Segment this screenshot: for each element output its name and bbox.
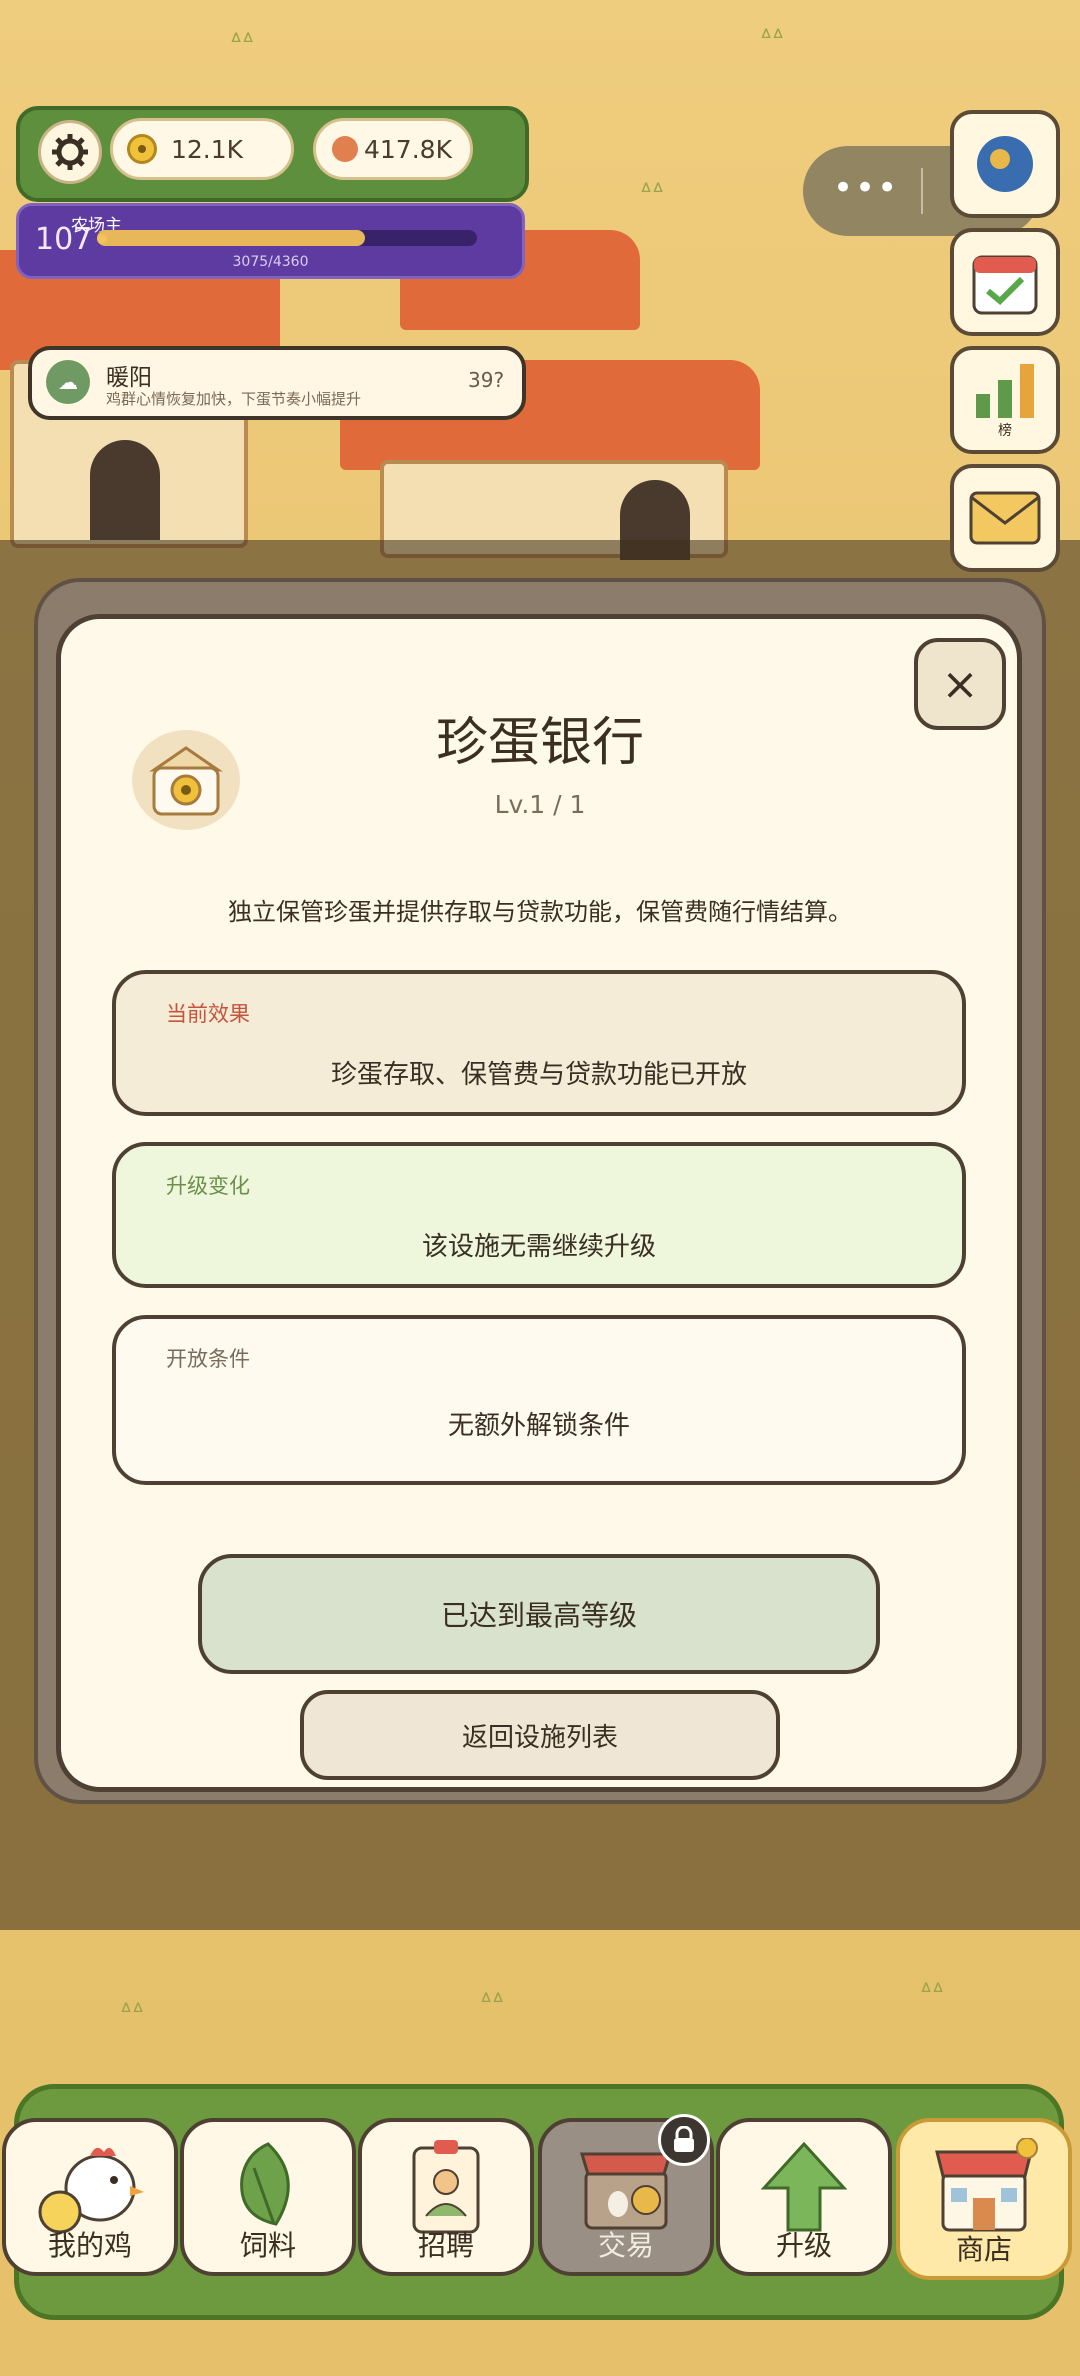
nav-label: 我的鸡 bbox=[47, 2229, 132, 2262]
gear-icon bbox=[52, 134, 88, 170]
facility-description: 独立保管珍蛋并提供存取与贷款功能，保管费随行情结算。 bbox=[228, 898, 852, 926]
more-menu-button[interactable]: ••• bbox=[833, 168, 899, 208]
unlock-condition-card: 开放条件 无额外解锁条件 bbox=[112, 1315, 966, 1485]
leaf-icon bbox=[240, 2142, 290, 2226]
upgrade-change-value: 该设施无需继续升级 bbox=[421, 1232, 656, 1262]
weather-description: 鸡群心情恢复加快，下蛋节奏小幅提升 bbox=[106, 390, 362, 408]
xp-marker-icon bbox=[97, 234, 107, 244]
nav-my-chickens[interactable]: 我的鸡 bbox=[2, 2118, 178, 2276]
nav-label: 商店 bbox=[955, 2233, 1012, 2266]
xp-text: 3075/4360 bbox=[232, 254, 309, 270]
side-button-ranking[interactable]: 榜 bbox=[950, 346, 1060, 454]
weather-timer: 39? bbox=[468, 368, 505, 392]
gold-amount: 12.1K bbox=[171, 134, 244, 164]
unlock-condition-label: 开放条件 bbox=[166, 1347, 250, 1371]
chicken-icon bbox=[38, 2147, 144, 2234]
nav-upgrade[interactable]: 升级 bbox=[716, 2118, 892, 2276]
gold-counter[interactable]: 12.1K bbox=[110, 118, 294, 180]
max-level-button[interactable]: 已达到最高等级 bbox=[198, 1554, 880, 1674]
upgrade-change-label: 升级变化 bbox=[166, 1174, 250, 1198]
facility-level: Lv.1 / 1 bbox=[494, 790, 586, 819]
ranking-label: 榜 bbox=[998, 423, 1012, 439]
xp-progress-track bbox=[97, 230, 477, 246]
xp-progress-fill bbox=[97, 230, 365, 246]
id-badge-icon bbox=[412, 2140, 480, 2234]
nav-label: 饲料 bbox=[239, 2229, 296, 2262]
upgrade-change-card: 升级变化 该设施无需继续升级 bbox=[112, 1142, 966, 1288]
arrow-up-icon bbox=[760, 2141, 848, 2232]
globe-icon bbox=[977, 136, 1033, 192]
nav-label: 交易 bbox=[597, 2229, 654, 2262]
nav-recruit[interactable]: 招聘 bbox=[358, 2118, 534, 2276]
calendar-check-icon bbox=[972, 255, 1038, 315]
cloud-icon: ☁ bbox=[46, 360, 90, 404]
side-button-event[interactable] bbox=[950, 110, 1060, 218]
egg-icon bbox=[332, 136, 358, 162]
current-effect-label: 当前效果 bbox=[166, 1002, 250, 1026]
capsule-divider bbox=[921, 168, 923, 214]
nav-label: 升级 bbox=[775, 2229, 832, 2262]
side-button-mail[interactable] bbox=[950, 464, 1060, 572]
player-level-bar[interactable]: 107 农场主 3075/4360 bbox=[16, 203, 525, 279]
side-button-checkin[interactable] bbox=[950, 228, 1060, 336]
unlock-condition-value: 无额外解锁条件 bbox=[447, 1411, 630, 1441]
coin-icon bbox=[127, 134, 157, 164]
weather-name: 暖阳 bbox=[106, 365, 152, 391]
egg-amount: 417.8K bbox=[364, 134, 452, 164]
shop-icon bbox=[935, 2138, 1038, 2232]
egg-counter[interactable]: 417.8K bbox=[313, 118, 473, 180]
nav-feed[interactable]: 饲料 bbox=[180, 2118, 356, 2276]
facility-title: 珍蛋银行 bbox=[435, 713, 644, 773]
lock-icon bbox=[658, 2114, 710, 2166]
settings-button[interactable] bbox=[38, 120, 102, 184]
bar-chart-icon bbox=[976, 364, 1034, 418]
nav-label: 招聘 bbox=[417, 2229, 474, 2262]
current-effect-value: 珍蛋存取、保管费与贷款功能已开放 bbox=[330, 1060, 747, 1090]
back-to-facilities-button[interactable]: 返回设施列表 bbox=[300, 1690, 780, 1780]
mail-icon bbox=[969, 491, 1041, 545]
current-effect-card: 当前效果 珍蛋存取、保管费与贷款功能已开放 bbox=[112, 970, 966, 1116]
weather-banner[interactable]: ☁ 暖阳 鸡群心情恢复加快，下蛋节奏小幅提升 39? bbox=[28, 346, 526, 420]
nav-shop[interactable]: 商店 bbox=[896, 2118, 1072, 2280]
